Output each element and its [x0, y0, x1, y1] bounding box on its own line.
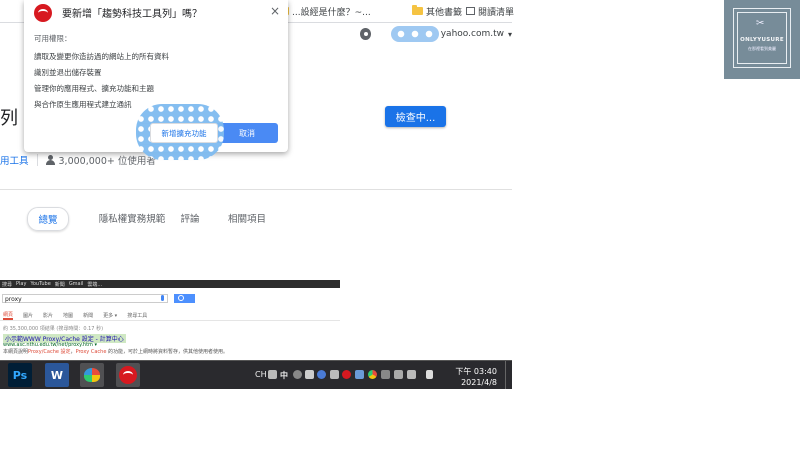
result-count: 約 35,300,000 項結果 (搜尋時間：0.17 秒)	[3, 326, 104, 332]
bookmark-item-1[interactable]: ...設經是什麼？~...	[278, 3, 371, 19]
paint-icon	[84, 368, 100, 382]
bookmark-label: 其他書籤	[426, 7, 463, 18]
person-icon	[45, 155, 55, 165]
trend-micro-app-button[interactable]	[116, 363, 140, 387]
category-link[interactable]: 用工具	[0, 153, 29, 167]
logo-subtitle: 在那裡看到美麗	[748, 46, 776, 51]
trend-tray-icon[interactable]	[342, 370, 351, 379]
volume-icon[interactable]	[394, 370, 403, 379]
word-icon[interactable]: W	[45, 363, 69, 387]
store-tabs: 總覽 隱私權實務規範 評論 相關項目	[0, 207, 512, 237]
permission-item: 識別並退出儲存裝置	[34, 68, 102, 77]
gear-icon[interactable]	[360, 28, 371, 40]
logo-frame: ✂ ONLYYUSURE 在那裡看到美麗	[733, 8, 791, 68]
topbar-link: Play	[16, 281, 27, 287]
add-extension-button-label[interactable]: 新增擴充功能	[150, 123, 218, 143]
bookmark-label: 閱讀清單	[478, 7, 515, 18]
nav-item: 搜尋工具	[127, 312, 148, 319]
topbar-link: 雲端...	[87, 281, 103, 288]
nav-item: 新聞	[83, 312, 94, 319]
topbar-link: 搜尋	[2, 281, 13, 288]
topbar-link: YouTube	[30, 281, 51, 287]
permissions-heading: 可用權限：	[34, 34, 72, 43]
nav-item: 地圖	[63, 312, 74, 319]
photoshop-icon[interactable]: Ps	[8, 363, 32, 387]
nav-item: 圖片	[23, 312, 34, 319]
nav-item: 更多 ▾	[103, 312, 118, 319]
embedded-search-screenshot: 搜尋 Play YouTube 新聞 Gmail 雲端... proxy 網頁 …	[0, 280, 340, 360]
nav-item: 網頁	[3, 311, 14, 320]
snippet-highlight: Proxy/Cache 設定	[28, 349, 71, 355]
snippet-highlight: Proxy Cache	[75, 349, 107, 355]
extension-title: 列	[0, 108, 18, 129]
clock-time: 下午 03:40	[455, 367, 497, 376]
permission-item: 與合作原生應用程式建立通訊	[34, 100, 132, 109]
folder-icon	[412, 5, 423, 15]
search-icon	[178, 295, 184, 301]
account-email[interactable]: yahoo.com.tw	[441, 29, 504, 39]
user-count: 3,000,000+ 位使用者	[58, 156, 156, 167]
reading-list-icon	[466, 7, 475, 15]
tab-related[interactable]: 相關項目	[225, 207, 269, 229]
bookmark-other[interactable]: 其他書籤	[412, 3, 462, 19]
network-icon[interactable]	[407, 370, 416, 379]
scissors-icon: ✂	[756, 18, 765, 29]
chevron-down-icon[interactable]: ▾	[508, 30, 512, 39]
checking-button[interactable]: 檢查中...	[385, 106, 446, 127]
cancel-button[interactable]: 取消	[216, 123, 278, 143]
trend-micro-icon	[34, 4, 52, 22]
search-nav: 網頁 圖片 影片 地圖 新聞 更多 ▾ 搜尋工具	[0, 310, 340, 321]
clock-date: 2021/4/8	[461, 378, 497, 387]
divider	[36, 154, 38, 166]
redacted-email-blur	[390, 26, 439, 42]
snippet-text: 本網頁說明	[3, 349, 29, 355]
pen-icon[interactable]	[330, 370, 339, 379]
help-icon[interactable]	[317, 370, 326, 379]
account-bar: yahoo.com.tw ▾	[360, 22, 512, 46]
ime-indicator[interactable]: 中	[280, 370, 288, 380]
flag-icon[interactable]	[426, 370, 433, 379]
logo-name: ONLYYUSURE	[740, 37, 784, 43]
close-icon[interactable]: ×	[270, 4, 280, 18]
mic-icon	[161, 295, 164, 301]
bookmark-label: ...設經是什麼？~...	[292, 7, 371, 18]
settings-tray-icon[interactable]	[305, 370, 314, 379]
permission-item: 讀取及變更你造訪過的網站上的所有資料	[34, 52, 169, 61]
moon-icon[interactable]	[293, 370, 302, 379]
snippet-text: 的功能，可於上網時將資料暫存，供其他使用者使用。	[106, 349, 228, 355]
tab-privacy[interactable]: 隱私權實務規範	[84, 207, 180, 229]
extension-meta: 用工具 3,000,000+ 位使用者	[0, 153, 156, 167]
topbar-link: 新聞	[54, 281, 65, 288]
divider	[0, 189, 512, 190]
show-desktop-button[interactable]	[505, 361, 513, 389]
nav-item: 影片	[43, 312, 54, 319]
topbar-link: Gmail	[68, 281, 84, 287]
clock[interactable]: 下午 03:40 2021/4/8	[455, 366, 497, 388]
network-tray-icon[interactable]	[355, 370, 364, 379]
keyboard-icon[interactable]	[268, 370, 277, 379]
bookmark-reading-list[interactable]: 閱讀清單	[466, 3, 514, 19]
google-top-bar: 搜尋 Play YouTube 新聞 Gmail 雲端...	[0, 280, 340, 288]
windows-taskbar: Ps W CH 中 下午 03:40 2021/4/8	[0, 360, 512, 389]
device-tray-icon[interactable]	[381, 370, 390, 379]
trend-micro-icon	[119, 366, 137, 384]
permission-item: 管理你的應用程式、擴充功能和主題	[34, 84, 154, 93]
tab-reviews[interactable]: 評論	[176, 207, 204, 229]
result-snippet: 本網頁說明Proxy/Cache 設定，Proxy Cache 的功能，可於上網…	[3, 348, 228, 355]
language-indicator[interactable]: CH	[255, 370, 267, 380]
logo-badge: ✂ ONLYYUSURE 在那裡看到美麗	[724, 0, 800, 79]
dialog-title: 要新增「趨勢科技工具列」嗎？	[62, 9, 202, 20]
chrome-tray-icon[interactable]	[368, 370, 377, 379]
paint-app-button[interactable]	[80, 363, 104, 387]
search-input: proxy	[2, 294, 168, 303]
tab-overview[interactable]: 總覽	[27, 207, 69, 231]
